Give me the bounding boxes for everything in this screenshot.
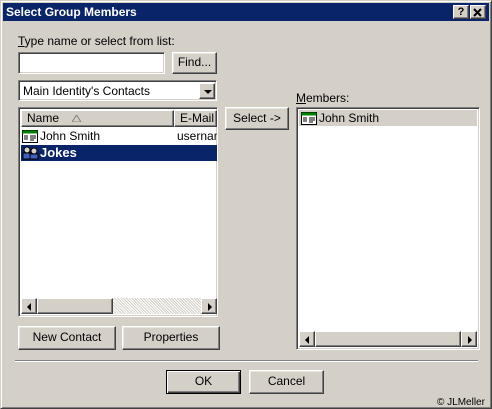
scroll-right-button[interactable] <box>461 331 477 347</box>
group-icon <box>22 146 39 160</box>
close-icon <box>473 8 482 17</box>
find-button[interactable]: Find... <box>172 52 217 74</box>
select-button-label: Select -> <box>233 111 281 125</box>
scroll-left-button[interactable] <box>21 298 37 314</box>
sort-ascending-icon <box>72 115 81 122</box>
title-bar[interactable]: Select Group Members ? <box>3 3 489 21</box>
contact-card-icon <box>22 130 38 143</box>
search-input-box[interactable] <box>18 52 165 74</box>
folder-select-value: Main Identity's Contacts <box>23 84 151 98</box>
member-row-john-smith[interactable]: John Smith <box>299 110 477 126</box>
scroll-left-button[interactable] <box>299 331 315 347</box>
ok-button[interactable]: OK <box>166 370 241 394</box>
scroll-right-button[interactable] <box>201 298 217 314</box>
arrow-left-icon <box>27 303 31 311</box>
contacts-list[interactable]: Name E-Mail A John Smith usernam <box>18 107 218 317</box>
properties-button[interactable]: Properties <box>122 326 220 350</box>
cancel-button[interactable]: Cancel <box>249 370 324 394</box>
select-group-members-dialog: Select Group Members ? Type name or sele… <box>0 0 492 409</box>
column-header-name-label: Name <box>27 111 60 125</box>
search-input[interactable] <box>21 55 161 71</box>
folder-select[interactable]: Main Identity's Contacts <box>18 80 217 101</box>
column-header-email[interactable]: E-Mail A <box>174 110 217 127</box>
scroll-thumb[interactable] <box>37 298 113 314</box>
watermark: © JLMeller <box>437 397 485 408</box>
close-button[interactable] <box>470 5 486 19</box>
contact-row-john-smith[interactable]: John Smith usernam <box>21 128 217 144</box>
ok-button-label: OK <box>194 374 213 388</box>
contact-card-icon <box>301 112 317 125</box>
chevron-down-icon <box>204 90 212 94</box>
contact-row-jokes[interactable]: Jokes <box>21 145 217 161</box>
folder-dropdown-button[interactable] <box>199 83 215 99</box>
column-header-email-label: E-Mail A <box>180 111 216 125</box>
select-button[interactable]: Select -> <box>225 107 289 130</box>
new-contact-button[interactable]: New Contact <box>18 326 116 350</box>
contacts-horizontal-scrollbar[interactable] <box>21 298 217 314</box>
help-icon: ? <box>457 6 465 18</box>
members-list[interactable]: John Smith <box>296 107 480 350</box>
members-label: Members: <box>296 91 350 105</box>
contact-email: usernam <box>177 129 217 143</box>
member-name: John Smith <box>319 111 380 125</box>
members-label-text: embers: <box>306 91 350 105</box>
properties-button-label: Properties <box>143 330 199 344</box>
column-header-name[interactable]: Name <box>21 110 174 127</box>
new-contact-button-label: New Contact <box>32 330 102 344</box>
find-button-label: Find... <box>177 55 212 69</box>
arrow-right-icon <box>208 303 212 311</box>
contact-name: Jokes <box>40 145 77 160</box>
help-button[interactable]: ? <box>453 5 469 19</box>
separator <box>15 360 478 362</box>
scroll-thumb[interactable] <box>315 331 461 347</box>
members-horizontal-scrollbar[interactable] <box>299 331 477 347</box>
arrow-left-icon <box>305 336 309 344</box>
search-label: Type name or select from list: <box>18 34 175 48</box>
contact-name: John Smith <box>40 129 101 143</box>
search-label-text: ype name or select from list: <box>24 34 175 48</box>
cancel-button-label: Cancel <box>267 374 306 388</box>
window-title: Select Group Members <box>6 5 137 19</box>
arrow-right-icon <box>468 336 472 344</box>
